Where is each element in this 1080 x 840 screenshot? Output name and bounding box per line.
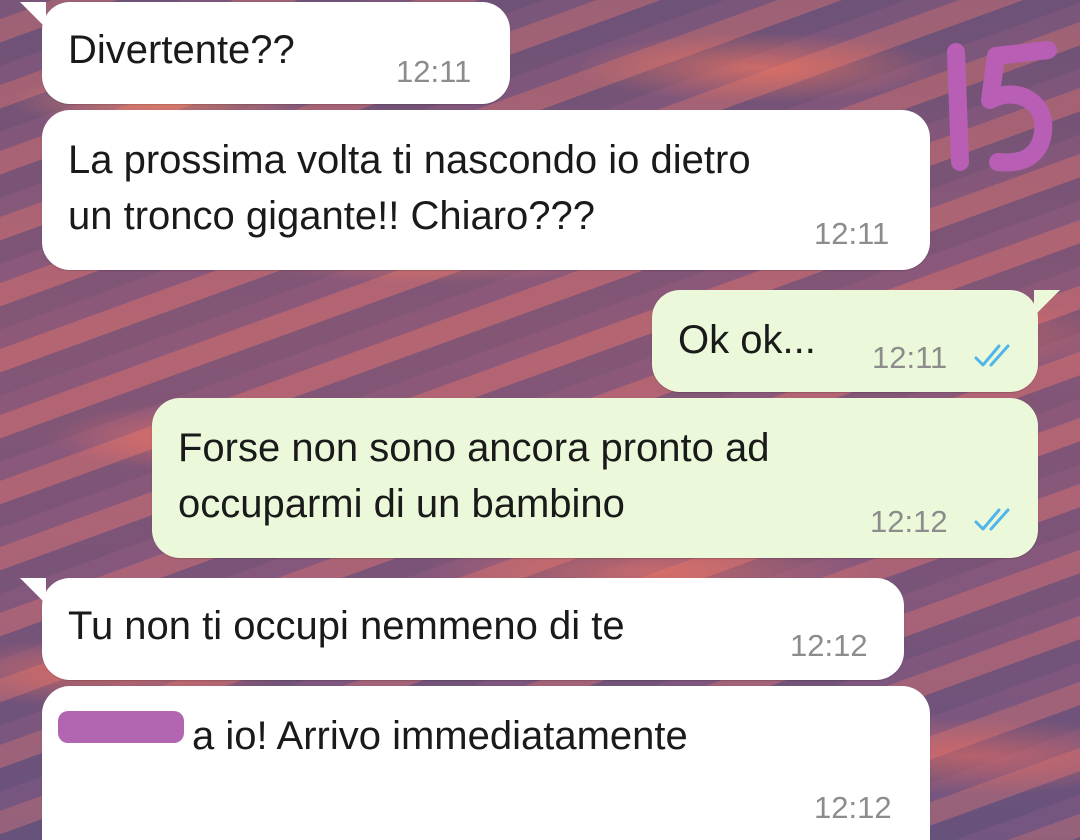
number-sticker <box>947 41 1057 172</box>
message-bubble-incoming[interactable]: a io! Arrivo immediatamente 12:12 <box>42 686 930 840</box>
message-bubble-incoming[interactable]: Tu non ti occupi nemmeno di te 12:12 <box>20 578 904 680</box>
read-receipt-icon <box>974 344 1010 367</box>
message-time: 12:11 <box>396 54 472 89</box>
message-text: La prossima volta ti nascondo io dietro … <box>68 138 751 238</box>
message-bubble-outgoing[interactable]: Ok ok... 12:11 <box>652 290 1060 392</box>
message-time: 12:11 <box>872 340 948 375</box>
message-bubble-outgoing[interactable]: Forse non sono ancora pronto ad occuparm… <box>152 398 1038 558</box>
message-time: 12:12 <box>790 628 868 663</box>
message-time: 12:12 <box>870 504 948 539</box>
message-time: 12:12 <box>814 790 892 825</box>
message-bubble-incoming[interactable]: La prossima volta ti nascondo io dietro … <box>42 110 930 270</box>
message-text: Ok ok... <box>678 318 816 362</box>
message-text: Tu non ti occupi nemmeno di te <box>68 604 625 648</box>
message-time: 12:11 <box>814 216 890 251</box>
message-bubble-incoming[interactable]: Divertente?? 12:11 <box>20 2 510 104</box>
message-text: Forse non sono ancora pronto ad occuparm… <box>178 426 770 526</box>
redaction-mark <box>58 711 184 743</box>
message-text: a io! Arrivo immediatamente <box>192 714 688 758</box>
message-text: Divertente?? <box>68 28 295 72</box>
read-receipt-icon <box>974 508 1010 531</box>
